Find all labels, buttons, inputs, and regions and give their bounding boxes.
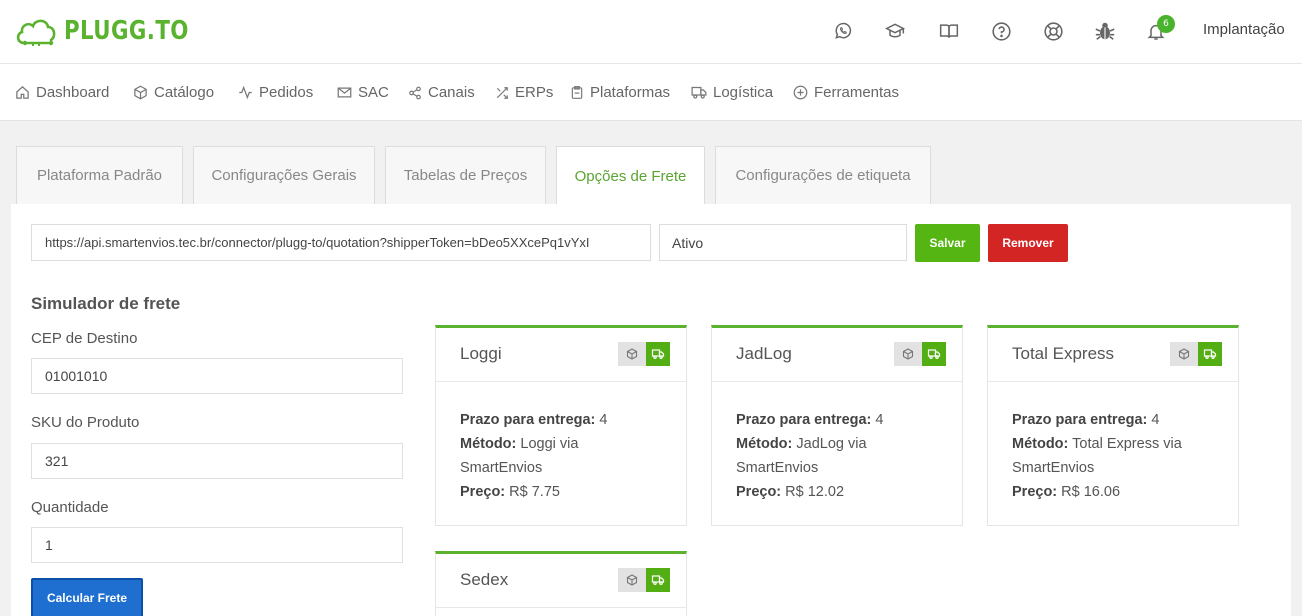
mail-icon [337, 87, 352, 98]
nav-item-dashboard[interactable]: Dashboard [15, 84, 109, 101]
tab-configuracoes-gerais[interactable]: Configurações Gerais [193, 146, 375, 204]
nav-item-ferramentas[interactable]: Ferramentas [793, 84, 899, 101]
nav-item-erps[interactable]: ERPs [495, 84, 553, 101]
metodo-value-cont: SmartEnvios [460, 460, 543, 476]
nav-item-canais[interactable]: Canais [408, 84, 475, 101]
cep-label: CEP de Destino [31, 330, 138, 347]
clipboard-icon [571, 86, 583, 99]
metodo-value: Loggi via [520, 436, 579, 452]
nav-item-label: ERPs [515, 84, 554, 101]
book-icon[interactable] [938, 20, 960, 42]
truck-icon[interactable] [922, 342, 946, 366]
sku-label: SKU do Produto [31, 414, 140, 431]
cep-input[interactable]: 01001010 [31, 358, 403, 394]
lifebuoy-icon[interactable] [1042, 20, 1064, 42]
nav-item-label: Dashboard [36, 84, 110, 101]
prazo-label: Prazo para entrega: [1012, 412, 1148, 428]
sku-input[interactable]: 321 [31, 443, 403, 479]
shuffle-icon [496, 86, 508, 99]
quantity-label: Quantidade [31, 499, 109, 516]
shipping-card-jadlog: JadLog Prazo para entrega: 4 Método: Jad… [711, 325, 963, 526]
shipping-card-loggi: Loggi Prazo para entrega: 4 Método: Logg… [435, 325, 687, 526]
truck-icon[interactable] [1198, 342, 1222, 366]
tab-opcoes-de-frete[interactable]: Opções de Frete [556, 146, 705, 205]
nav-item-sac[interactable]: SAC [337, 84, 389, 101]
notification-badge: 6 [1157, 15, 1175, 33]
nav-item-label: SAC [358, 84, 389, 101]
preco-value: R$ 12.02 [785, 484, 845, 500]
metodo-label: Método: [460, 436, 517, 452]
package-icon[interactable] [618, 342, 646, 366]
package-icon[interactable] [1170, 342, 1198, 366]
brand-name: PLUGG.TO [64, 16, 189, 46]
cloud-logo-icon [16, 19, 56, 46]
nav-item-label: Plataformas [590, 84, 671, 101]
graduation-cap-icon[interactable] [884, 20, 906, 42]
nav-item-label: Pedidos [259, 84, 314, 101]
metodo-value-cont: SmartEnvios [736, 460, 819, 476]
home-icon [16, 86, 29, 99]
activity-icon [239, 85, 252, 100]
main-nav: Dashboard Catálogo Pedidos SAC Canais ER… [0, 64, 1302, 121]
nav-item-pedidos[interactable]: Pedidos [238, 84, 313, 101]
preco-label: Preço: [736, 484, 782, 500]
metodo-value: Total Express via [1072, 436, 1182, 452]
bug-icon[interactable] [1094, 20, 1116, 42]
preco-label: Preço: [460, 484, 506, 500]
nav-item-catalogo[interactable]: Catálogo [133, 84, 214, 101]
prazo-label: Prazo para entrega: [460, 412, 596, 428]
top-bar: PLUGG.TO 6 Implantação [0, 0, 1302, 64]
prazo-value: 4 [599, 412, 608, 428]
calculate-freight-button[interactable]: Calcular Frete [31, 578, 143, 616]
nav-item-label: Catálogo [154, 84, 215, 101]
prazo-value: 4 [1151, 412, 1160, 428]
shipping-card-total-express: Total Express Prazo para entrega: 4 Méto… [987, 325, 1239, 526]
metodo-value-cont: SmartEnvios [1012, 460, 1095, 476]
logo[interactable]: PLUGG.TO [14, 13, 216, 49]
quantity-input[interactable]: 1 [31, 527, 403, 563]
prazo-label: Prazo para entrega: [736, 412, 872, 428]
preco-value: R$ 7.75 [509, 484, 560, 500]
save-button[interactable]: Salvar [915, 224, 980, 262]
package-icon[interactable] [894, 342, 922, 366]
plus-circle-icon [793, 85, 808, 100]
nav-item-plataformas[interactable]: Plataformas [570, 84, 670, 101]
nav-item-label: Logística [713, 84, 774, 101]
package-icon[interactable] [618, 568, 646, 592]
nav-item-logistica[interactable]: Logística [691, 84, 773, 101]
remove-button[interactable]: Remover [988, 224, 1068, 262]
nav-item-label: Canais [428, 84, 475, 101]
tab-configuracoes-de-etiqueta[interactable]: Configurações de etiqueta [715, 146, 931, 204]
cube-icon [134, 85, 147, 100]
metodo-value: JadLog via [796, 436, 867, 452]
truck-icon[interactable] [646, 568, 670, 592]
user-menu[interactable]: Implantação [1203, 21, 1285, 38]
preco-value: R$ 16.06 [1061, 484, 1121, 500]
truck-icon [691, 86, 707, 99]
card-title: Total Express [1012, 344, 1115, 363]
card-title: JadLog [736, 344, 792, 363]
prazo-value: 4 [875, 412, 884, 428]
truck-icon[interactable] [646, 342, 670, 366]
simulator-title: Simulador de frete [31, 294, 181, 313]
tab-plataforma-padrao[interactable]: Plataforma Padrão [16, 146, 183, 204]
share-icon [409, 86, 421, 99]
shipping-card-sedex: Sedex [435, 551, 687, 616]
integration-url-input[interactable]: https://api.smartenvios.tec.br/connector… [31, 224, 651, 261]
metodo-label: Método: [1012, 436, 1069, 452]
whatsapp-icon[interactable] [832, 20, 854, 42]
preco-label: Preço: [1012, 484, 1058, 500]
card-title: Loggi [460, 344, 502, 363]
integration-status-input[interactable]: Ativo [659, 224, 907, 261]
metodo-label: Método: [736, 436, 793, 452]
help-circle-icon[interactable] [990, 20, 1012, 42]
card-title: Sedex [460, 570, 509, 589]
nav-item-label: Ferramentas [814, 84, 900, 101]
tab-tabelas-de-precos[interactable]: Tabelas de Preços [385, 146, 546, 204]
